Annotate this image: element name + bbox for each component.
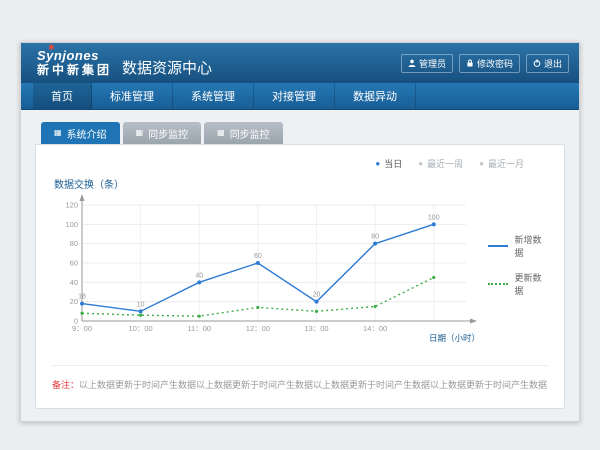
logo-text-cn: 新中新集团 (37, 64, 112, 77)
nav-item-home[interactable]: 首页 (33, 83, 92, 109)
user-icon (408, 59, 416, 67)
x-tick-label: 13：00 (304, 324, 328, 333)
tab-sync-monitor-1[interactable]: ▦ 同步监控 (123, 122, 202, 144)
y-tick-label: 20 (70, 297, 78, 306)
data-point (198, 315, 201, 318)
point-label: 18 (78, 294, 86, 301)
legend-label: 更新数据 (514, 271, 548, 297)
x-axis-title: 日期（小时） (429, 333, 480, 343)
point-label: 40 (195, 272, 203, 279)
tab-label: 系统介绍 (67, 126, 107, 141)
legend-dot-icon: ● (375, 160, 380, 168)
dotted-line-sample-icon (488, 283, 508, 285)
admin-user-label: 管理员 (419, 57, 446, 70)
x-tick-label: 9：00 (72, 324, 92, 333)
grid-icon: ▦ (136, 129, 144, 137)
note-label: 备注： (52, 380, 79, 390)
legend-item-new-data[interactable]: 新增数据 (488, 233, 548, 259)
grid-icon: ▦ (217, 129, 225, 137)
nav-item-connection-mgmt[interactable]: 对接管理 (254, 83, 335, 109)
data-point (432, 222, 436, 226)
y-tick-label: 80 (70, 239, 78, 248)
y-tick-label: 100 (65, 220, 78, 229)
power-icon (533, 59, 541, 67)
logout-button[interactable]: 退出 (526, 54, 569, 73)
data-point (315, 300, 319, 304)
line-chart: 0204060801001209：0010：0011：0012：0013：001… (52, 193, 482, 343)
data-point (139, 314, 142, 317)
change-password-label: 修改密码 (477, 57, 513, 70)
legend-label: 当日 (384, 157, 402, 170)
logout-label: 退出 (544, 57, 562, 70)
data-point (197, 280, 201, 284)
y-axis-title: 数据交换（条） (54, 176, 548, 191)
chart-row: 0204060801001209：0010：0011：0012：0013：001… (52, 193, 548, 343)
y-tick-label: 120 (65, 201, 78, 210)
x-tick-label: 12：00 (246, 324, 270, 333)
tab-label: 同步监控 (148, 126, 188, 141)
lock-icon (466, 59, 474, 67)
data-point (139, 309, 143, 313)
chart-legend-top: ● 当日 ● 最近一周 ● 最近一月 (52, 157, 524, 170)
legend-dot-icon: ● (479, 160, 484, 168)
data-point (374, 305, 377, 308)
change-password-button[interactable]: 修改密码 (459, 54, 520, 73)
legend-item-updated-data[interactable]: 更新数据 (488, 271, 548, 297)
data-point (256, 306, 259, 309)
tab-label: 同步监控 (230, 126, 270, 141)
legend-label: 最近一月 (488, 157, 524, 170)
app-header: Synjones ✱ 新中新集团 数据资源中心 管理员 修改密码 (21, 43, 579, 83)
x-axis-arrow-icon (470, 319, 477, 324)
data-point (373, 242, 377, 246)
data-point (80, 302, 84, 306)
footer-note: 备注：以上数据更新于时间产生数据以上数据更新于时间产生数据以上数据更新于时间产生… (52, 365, 548, 391)
tab-system-intro[interactable]: ▦ 系统介绍 (41, 122, 120, 144)
chart-legend-right: 新增数据 更新数据 (488, 233, 548, 297)
data-point (256, 261, 260, 265)
y-axis-arrow-icon (80, 194, 85, 201)
logo-star-icon: ✱ (48, 44, 55, 53)
solid-line-sample-icon (488, 245, 508, 247)
x-tick-label: 10：00 (129, 324, 153, 333)
data-point (432, 276, 435, 279)
nav-item-system-mgmt[interactable]: 系统管理 (173, 83, 254, 109)
data-point (315, 310, 318, 313)
legend-item-last-month[interactable]: ● 最近一月 (479, 157, 524, 170)
x-tick-label: 11：00 (187, 324, 211, 333)
desktop-background: Synjones ✱ 新中新集团 数据资源中心 管理员 修改密码 (0, 0, 600, 450)
legend-dot-icon: ● (418, 160, 423, 168)
header-actions: 管理员 修改密码 退出 (401, 54, 569, 73)
content-area: ▦ 系统介绍 ▦ 同步监控 ▦ 同步监控 ● 当日 (21, 110, 579, 421)
y-tick-label: 60 (70, 259, 78, 268)
legend-item-last-week[interactable]: ● 最近一周 (418, 157, 463, 170)
grid-icon: ▦ (54, 129, 62, 137)
nav-item-data-change[interactable]: 数据异动 (335, 83, 416, 109)
admin-user-button[interactable]: 管理员 (401, 54, 453, 73)
legend-item-today[interactable]: ● 当日 (375, 157, 402, 170)
main-nav: 首页 标准管理 系统管理 对接管理 数据异动 (21, 83, 579, 110)
x-tick-label: 14：00 (363, 324, 387, 333)
data-point (80, 312, 83, 315)
app-window: Synjones ✱ 新中新集团 数据资源中心 管理员 修改密码 (20, 42, 580, 422)
point-label: 60 (254, 253, 262, 260)
point-label: 10 (137, 301, 145, 308)
legend-label: 最近一周 (427, 157, 463, 170)
nav-item-standard-mgmt[interactable]: 标准管理 (92, 83, 173, 109)
point-label: 20 (313, 292, 321, 299)
page-title: 数据资源中心 (122, 57, 212, 83)
note-text: 以上数据更新于时间产生数据以上数据更新于时间产生数据以上数据更新于时间产生数据以… (79, 380, 548, 390)
point-label: 100 (428, 214, 440, 221)
y-tick-label: 40 (70, 278, 78, 287)
tab-bar: ▦ 系统介绍 ▦ 同步监控 ▦ 同步监控 (41, 122, 565, 144)
content-panel: ● 当日 ● 最近一周 ● 最近一月 数据交换（条） 0204060801001… (35, 144, 565, 409)
tab-sync-monitor-2[interactable]: ▦ 同步监控 (204, 122, 283, 144)
legend-label: 新增数据 (514, 233, 548, 259)
brand-logo: Synjones ✱ 新中新集团 (37, 49, 112, 76)
point-label: 80 (371, 234, 379, 241)
